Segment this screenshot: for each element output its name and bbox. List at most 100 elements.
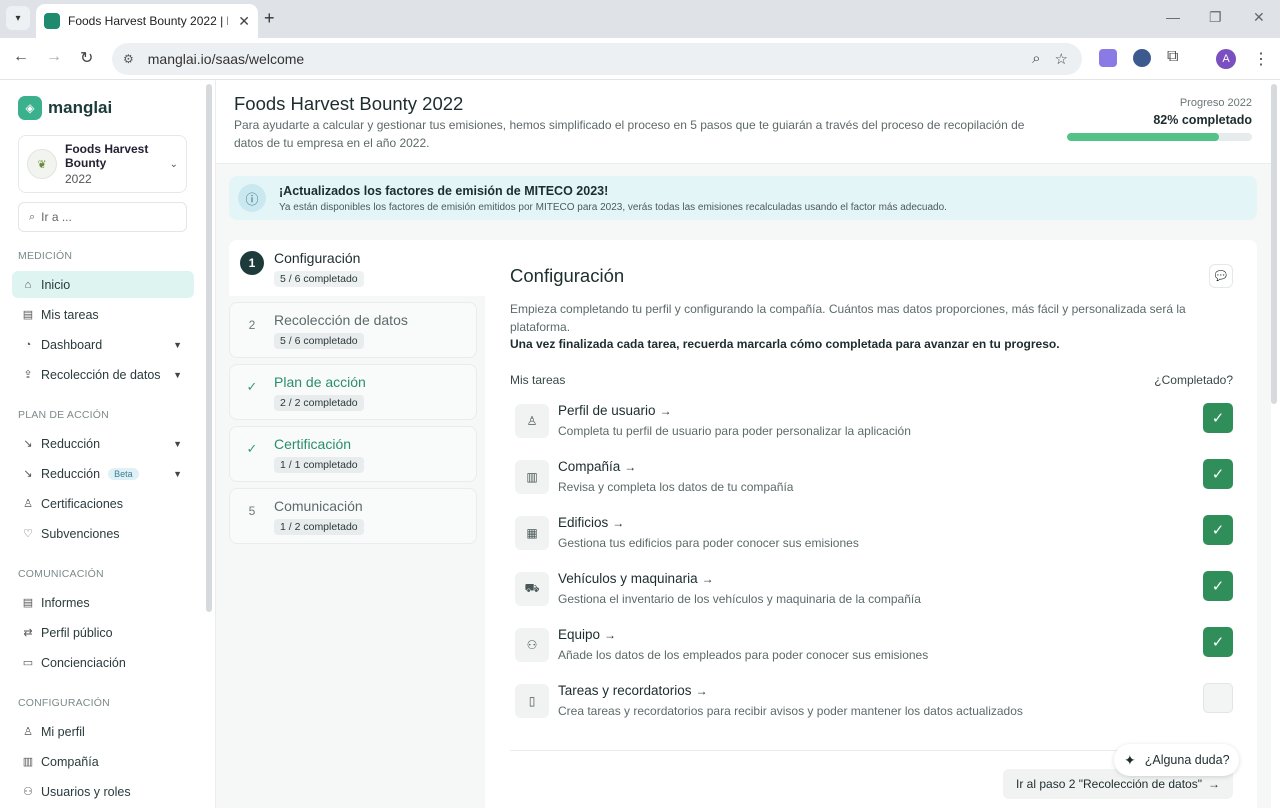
manglai-logo-icon: ◈: [18, 96, 42, 120]
completed-header: ¿Completado?: [1154, 373, 1233, 387]
step-5[interactable]: 5 Comunicación 1 / 2 completado: [229, 488, 477, 544]
task-title[interactable]: Perfil de usuario →: [558, 403, 672, 418]
steps-panel: 1 Configuración 5 / 6 completado 2 Recol…: [229, 240, 485, 808]
completed-checkbox[interactable]: ✓: [1203, 459, 1233, 489]
help-label: ¿Alguna duda?: [1144, 753, 1230, 767]
restore-icon[interactable]: ❐: [1209, 9, 1222, 26]
check-icon: ✓: [246, 379, 258, 394]
sidebar-item-recoleccion[interactable]: ⇪ Recolección de datos ▼: [12, 361, 194, 388]
sidebar-item-perfil-publico[interactable]: ⇄ Perfil público: [12, 619, 194, 646]
banner-text: Ya están disponibles los factores de emi…: [279, 202, 947, 213]
completed-checkbox[interactable]: [1203, 683, 1233, 713]
extension-alien-icon[interactable]: [1133, 49, 1151, 67]
progress-value: 82% completado: [1153, 113, 1252, 127]
sidebar-item-compania[interactable]: ▥ Compañía: [12, 748, 194, 775]
extension-icon[interactable]: [1099, 49, 1117, 67]
chevron-down-icon: ⌄: [169, 158, 178, 170]
task-title[interactable]: Compañía →: [558, 459, 636, 474]
sidebar-item-label: Certificaciones: [41, 496, 123, 511]
sidebar-item-inicio[interactable]: ⌂ Inicio: [12, 271, 194, 298]
task-edificios[interactable]: ▦ Edificios → Gestiona tus edificios para…: [515, 514, 1233, 564]
sidebar-item-usuarios[interactable]: ⚇ Usuarios y roles: [12, 778, 194, 805]
search-input[interactable]: ⌕ Ir a ...: [18, 202, 187, 232]
task-compania[interactable]: ▥ Compañía → Revisa y completa los datos …: [515, 458, 1233, 508]
task-subtitle: Completa tu perfil de usuario para poder…: [558, 424, 911, 438]
sidebar-item-dashboard[interactable]: ◔ Dashboard ▼: [12, 331, 194, 358]
help-button[interactable]: ✦ ¿Alguna duda?: [1114, 744, 1239, 776]
sidebar-item-label: Mis tareas: [41, 307, 99, 322]
completed-checkbox[interactable]: ✓: [1203, 627, 1233, 657]
buildings-icon: ▦: [515, 516, 549, 550]
browser-menu-icon[interactable]: ⋮: [1253, 49, 1269, 69]
bookmark-star-icon[interactable]: ☆: [1055, 50, 1068, 68]
task-vehiculos[interactable]: ⛟ Vehículos y maquinaria → Gestiona el in…: [515, 570, 1233, 620]
completed-checkbox[interactable]: ✓: [1203, 571, 1233, 601]
users-icon: ⚇: [23, 786, 33, 798]
award-icon: ♙: [23, 498, 33, 510]
step-1[interactable]: 1 Configuración 5 / 6 completado: [229, 240, 485, 296]
window-close-icon[interactable]: ✕: [1253, 9, 1265, 26]
sidebar-item-reduccion-beta[interactable]: ↘ Reducción Beta ▼: [12, 460, 194, 487]
chevron-down-icon: ▼: [173, 438, 182, 449]
arrow-right-icon: →: [1207, 777, 1220, 791]
sidebar-item-label: Mi perfil: [41, 724, 85, 739]
task-tareas-recordatorios[interactable]: ▯ Tareas y recordatorios → Crea tareas y …: [515, 682, 1233, 732]
clipboard-icon: ▤: [22, 309, 34, 321]
zoom-icon[interactable]: ⌕: [1032, 50, 1040, 68]
arrow-right-icon: →: [624, 460, 637, 474]
forward-icon[interactable]: →: [46, 48, 62, 66]
back-icon[interactable]: ←: [13, 48, 29, 66]
extensions-puzzle-icon[interactable]: ⧉: [1167, 48, 1178, 66]
new-tab-icon[interactable]: +: [264, 8, 275, 29]
task-title[interactable]: Edificios →: [558, 515, 624, 530]
address-bar[interactable]: ⚙ manglai.io/saas/welcome ⌕ ☆: [112, 43, 1082, 75]
card-title: Configuración: [510, 265, 625, 286]
tab-title: Foods Harvest Bounty 2022 | M: [68, 14, 228, 28]
task-title[interactable]: Tareas y recordatorios →: [558, 683, 708, 698]
completed-checkbox[interactable]: ✓: [1203, 403, 1233, 433]
close-tab-icon[interactable]: ✕: [238, 13, 250, 30]
report-icon: ▤: [22, 597, 34, 609]
tab-search-chevron-icon[interactable]: ▾: [6, 6, 30, 30]
step-4[interactable]: ✓ Certificación 1 / 1 completado: [229, 426, 477, 482]
card-description: Empieza completando tu perfil y configur…: [510, 302, 1186, 334]
sidebar-item-label: Concienciación: [41, 655, 126, 670]
beta-badge: Beta: [108, 467, 139, 480]
task-subtitle: Gestiona el inventario de los vehículos …: [558, 592, 921, 606]
task-title[interactable]: Vehículos y maquinaria →: [558, 571, 714, 586]
sidebar-item-mi-perfil[interactable]: ♙ Mi perfil: [12, 718, 194, 745]
check-icon: ✓: [246, 441, 258, 456]
step-3[interactable]: ✓ Plan de acción 2 / 2 completado: [229, 364, 477, 420]
feedback-chat-icon[interactable]: 💬: [1209, 264, 1233, 288]
task-title[interactable]: Equipo →: [558, 627, 616, 642]
task-perfil-usuario[interactable]: ♙ Perfil de usuario → Completa tu perfil …: [515, 402, 1233, 452]
sidebar-item-concienciacion[interactable]: ▭ Concienciación: [12, 649, 194, 676]
banner-title: ¡Actualizados los factores de emisión de…: [279, 184, 609, 198]
task-subtitle: Revisa y completa los datos de tu compañ…: [558, 480, 794, 494]
progress-bar-fill: [1067, 133, 1219, 141]
search-icon: ⌕: [29, 210, 36, 223]
minimize-icon[interactable]: —: [1166, 9, 1180, 25]
company-selector[interactable]: ❦ Foods Harvest Bounty 2022 ⌄: [18, 135, 187, 193]
main-scrollbar[interactable]: [1271, 84, 1277, 404]
logo[interactable]: ◈ manglai: [18, 96, 112, 120]
profile-avatar[interactable]: A: [1216, 49, 1236, 69]
completed-checkbox[interactable]: ✓: [1203, 515, 1233, 545]
company-year: 2022: [65, 172, 92, 186]
sidebar-item-label: Subvenciones: [41, 526, 120, 541]
sidebar-item-subvenciones[interactable]: ♡ Subvenciones: [12, 520, 194, 547]
url-text: manglai.io/saas/welcome: [147, 51, 305, 67]
step-2[interactable]: 2 Recolección de datos 5 / 6 completado: [229, 302, 477, 358]
section-medicion: MEDICIÓN: [18, 250, 73, 262]
sidebar-item-label: Recolección de datos: [41, 367, 161, 382]
site-settings-icon[interactable]: ⚙: [123, 52, 134, 66]
sidebar-item-informes[interactable]: ▤ Informes: [12, 589, 194, 616]
sidebar-scrollbar[interactable]: [206, 84, 212, 612]
sidebar-item-mis-tareas[interactable]: ▤ Mis tareas: [12, 301, 194, 328]
reload-icon[interactable]: ↻: [80, 48, 93, 68]
car-icon: ⛟: [515, 572, 549, 606]
sidebar-item-reduccion[interactable]: ↘ Reducción ▼: [12, 430, 194, 457]
task-equipo[interactable]: ⚇ Equipo → Añade los datos de los emplead…: [515, 626, 1233, 676]
sidebar-item-certificaciones[interactable]: ♙ Certificaciones: [12, 490, 194, 517]
browser-tab[interactable]: Foods Harvest Bounty 2022 | M ✕: [36, 4, 258, 38]
